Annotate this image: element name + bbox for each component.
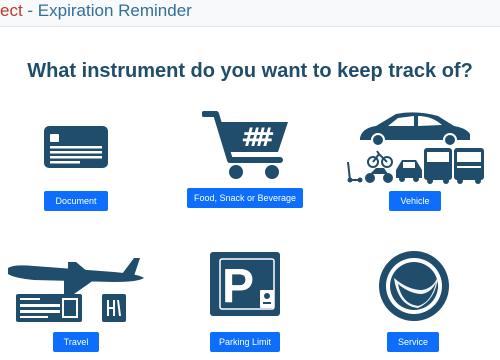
top-navbar: ect - Expiration Reminder [0,0,500,27]
svg-text:#: # [253,123,275,153]
travel-button[interactable]: Travel [53,332,99,352]
page-question: What instrument do you want to keep trac… [27,60,473,82]
shopping-cart-icon[interactable]: # # [202,108,290,182]
brand-separator: - [22,1,38,20]
service-badge-icon[interactable] [378,250,450,322]
parking-sign-icon[interactable]: P [210,252,280,316]
brand-app-name: Expiration Reminder [37,1,192,20]
service-button[interactable]: Service [387,332,439,352]
vehicles-icon[interactable] [346,108,486,184]
parking-limit-button[interactable]: Parking Limit [210,332,280,352]
id-card-icon[interactable] [44,126,108,168]
brand-prefix: ect [0,1,23,20]
food-snack-beverage-button[interactable]: Food, Snack or Beverage [187,188,303,208]
brand-title[interactable]: ect - Expiration Reminder [0,0,192,24]
svg-text:P: P [222,260,254,313]
airplane-ticket-icon[interactable] [4,254,146,324]
vehicle-button[interactable]: Vehicle [389,191,441,211]
document-button[interactable]: Document [44,191,108,211]
